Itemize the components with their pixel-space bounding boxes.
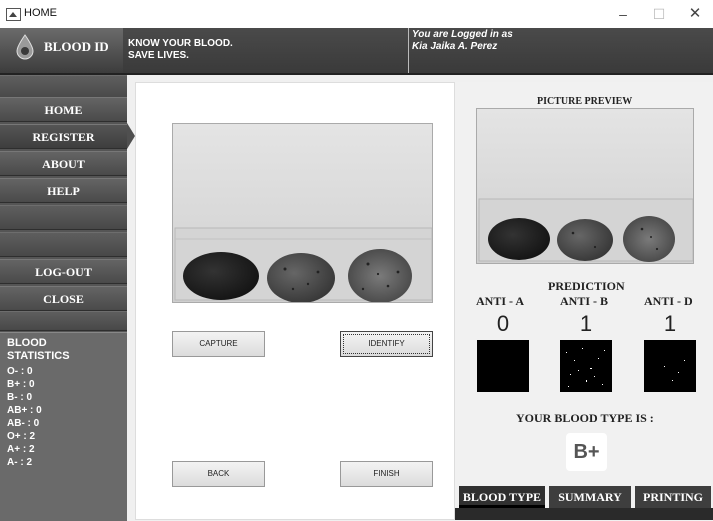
anti-b-speckles bbox=[566, 348, 605, 387]
sidebar-item-about[interactable]: ABOUT bbox=[0, 151, 127, 176]
logged-in-info: You are Logged in as Kia Jaika A. Perez bbox=[412, 29, 513, 53]
anti-b-value: 1 bbox=[579, 311, 593, 336]
stats-title: BLOOD STATISTICS bbox=[7, 337, 70, 362]
picture-preview-label: PICTURE PREVIEW bbox=[537, 96, 633, 107]
sidebar-item-help[interactable]: HELP bbox=[0, 178, 127, 203]
camera-capture-image bbox=[172, 123, 433, 303]
sidebar-spacer bbox=[0, 311, 127, 331]
stat-b-pos: B+ : 0 bbox=[7, 379, 35, 390]
anti-d-speckles bbox=[664, 360, 685, 381]
blood-type-label: YOUR BLOOD TYPE IS : bbox=[516, 411, 654, 425]
blood-type-value: B+ bbox=[566, 433, 607, 471]
anti-a-value: 0 bbox=[496, 311, 510, 336]
window-title: HOME bbox=[24, 7, 57, 19]
anti-d-label: ANTI - D bbox=[644, 294, 693, 308]
slogan-line-1: KNOW YOUR BLOOD. bbox=[128, 38, 233, 49]
stat-o-neg: O- : 0 bbox=[7, 366, 33, 377]
tab-strip-bottom bbox=[455, 508, 713, 520]
logged-in-user: Kia Jaika A. Perez bbox=[412, 41, 498, 52]
sidebar-spacer bbox=[0, 232, 127, 257]
finish-button[interactable]: FINISH bbox=[340, 461, 433, 487]
blood-drop-icon bbox=[16, 34, 34, 60]
logged-in-label: You are Logged in as bbox=[412, 29, 513, 40]
active-nav-arrow bbox=[127, 123, 135, 149]
stat-a-pos: A+ : 2 bbox=[7, 444, 35, 455]
logo: BLOOD ID bbox=[0, 28, 123, 73]
close-window-button[interactable]: ✕ bbox=[680, 3, 710, 25]
identify-button[interactable]: IDENTIFY bbox=[340, 331, 433, 357]
blood-statistics: BLOOD STATISTICS O- : 0 B+ : 0 B- : 0 AB… bbox=[0, 332, 127, 521]
back-button[interactable]: BACK bbox=[172, 461, 265, 487]
tab-summary[interactable]: SUMMARY bbox=[549, 486, 631, 508]
capture-button[interactable]: CAPTURE bbox=[172, 331, 265, 357]
stat-ab-neg: AB- : 0 bbox=[7, 418, 40, 429]
sidebar-item-close[interactable]: CLOSE bbox=[0, 286, 127, 311]
picture-preview-image bbox=[476, 108, 694, 264]
window-titlebar: HOME – ☐ ✕ bbox=[0, 0, 713, 29]
prediction-title: PREDICTION bbox=[548, 279, 625, 293]
sidebar-spacer bbox=[0, 205, 127, 230]
app-header: BLOOD ID KNOW YOUR BLOOD. SAVE LIVES. Yo… bbox=[0, 28, 713, 75]
slogan-line-2: SAVE LIVES. bbox=[128, 50, 189, 61]
anti-d-mask-image bbox=[644, 340, 696, 392]
sidebar-item-register[interactable]: REGISTER bbox=[0, 124, 127, 149]
minimize-button[interactable]: – bbox=[608, 3, 638, 25]
app-name: BLOOD ID bbox=[44, 39, 109, 54]
anti-a-mask-image bbox=[477, 340, 529, 392]
slogan: KNOW YOUR BLOOD. SAVE LIVES. bbox=[128, 38, 233, 62]
anti-b-mask-image bbox=[560, 340, 612, 392]
app-icon bbox=[6, 8, 21, 21]
sidebar-item-logout[interactable]: LOG-OUT bbox=[0, 259, 127, 284]
anti-b-label: ANTI - B bbox=[560, 294, 609, 308]
sidebar: HOME REGISTER ABOUT HELP LOG-OUT CLOSE B… bbox=[0, 75, 127, 521]
stat-a-neg: A- : 2 bbox=[7, 457, 32, 468]
maximize-button[interactable]: ☐ bbox=[644, 3, 674, 25]
stat-ab-pos: AB+ : 0 bbox=[7, 405, 42, 416]
sidebar-item-home[interactable]: HOME bbox=[0, 97, 127, 122]
stat-b-neg: B- : 0 bbox=[7, 392, 32, 403]
header-divider bbox=[408, 28, 409, 73]
anti-a-label: ANTI - A bbox=[476, 294, 525, 308]
tab-printing[interactable]: PRINTING bbox=[635, 486, 711, 508]
tab-blood-type[interactable]: BLOOD TYPE bbox=[459, 486, 545, 508]
stat-o-pos: O+ : 2 bbox=[7, 431, 36, 442]
blood-sample-image bbox=[173, 124, 432, 302]
anti-d-value: 1 bbox=[663, 311, 677, 336]
blood-sample-preview bbox=[477, 109, 693, 263]
